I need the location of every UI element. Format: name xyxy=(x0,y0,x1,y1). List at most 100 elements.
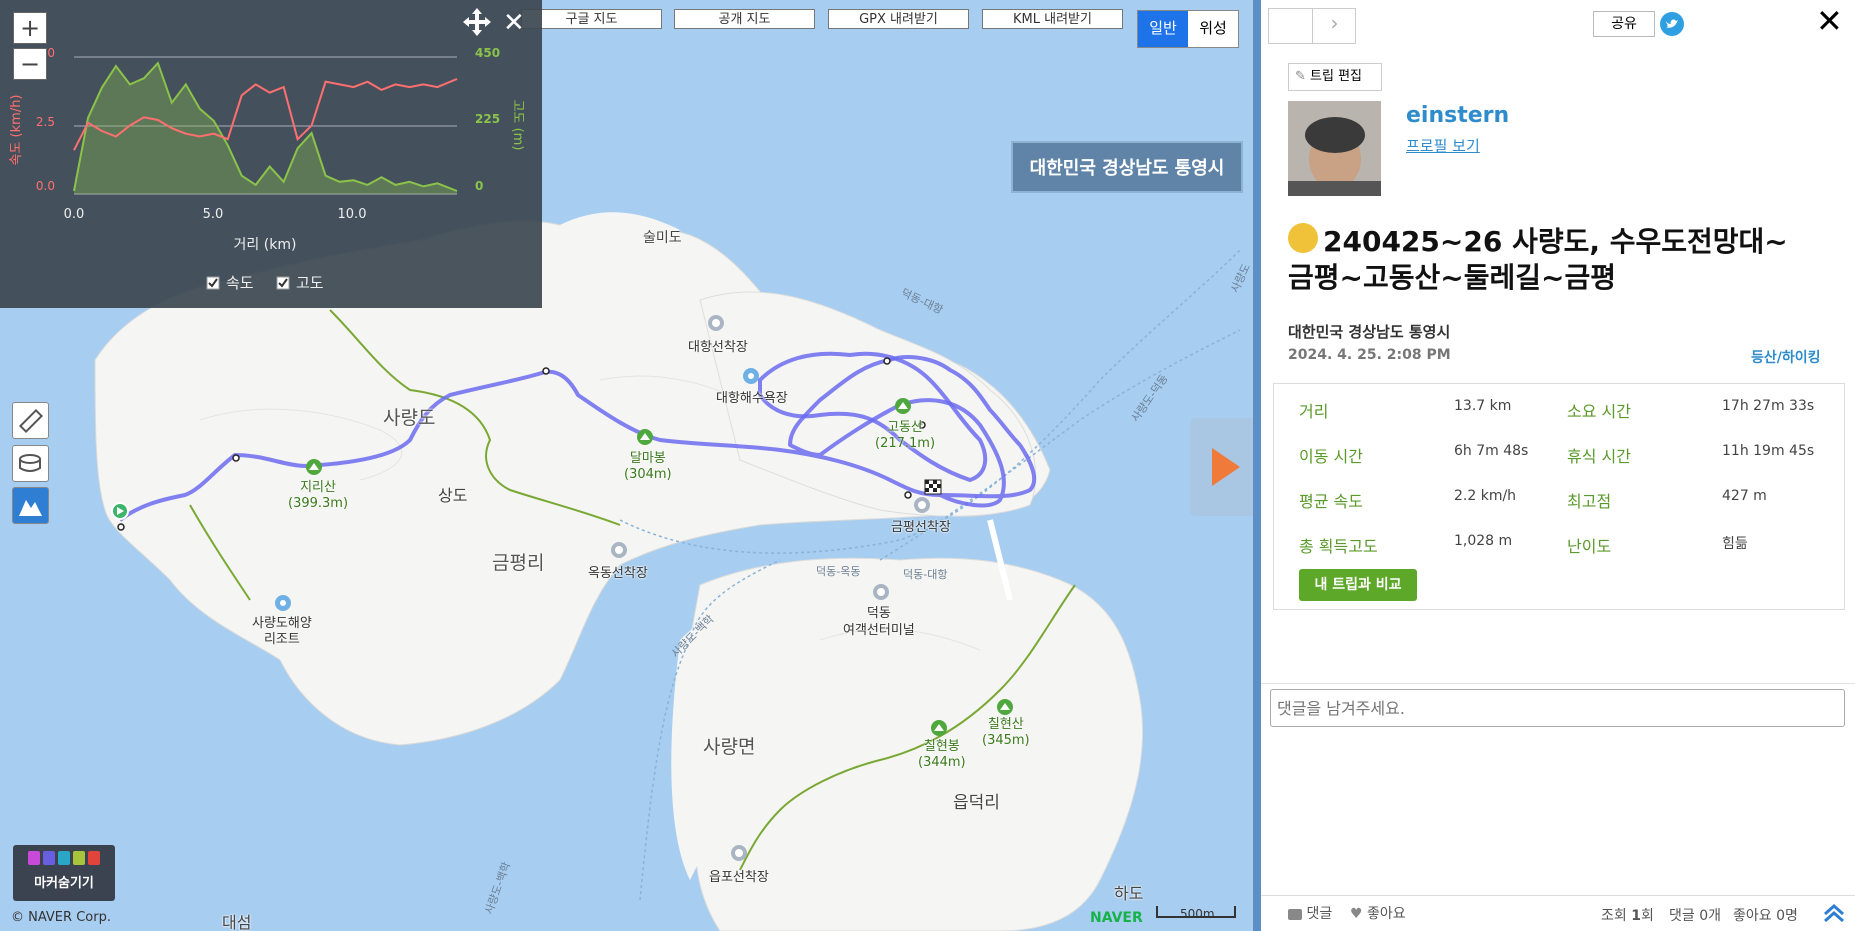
stat-label: 평균 속도 xyxy=(1299,492,1363,511)
play-arrow-icon xyxy=(1212,448,1240,486)
place-label: 상도 xyxy=(438,486,468,505)
place-label: 읍덕리 xyxy=(953,793,1000,813)
profile-link[interactable]: 프로필 보기 xyxy=(1406,135,1480,156)
waypoint xyxy=(542,367,550,375)
place-label: 술미도 xyxy=(643,230,682,246)
edit-trip-button[interactable]: ✎ 트립 편집 xyxy=(1288,63,1382,91)
google-map-button[interactable]: 구글 지도 xyxy=(521,9,662,29)
compare-trip-button[interactable]: 내 트립과 비교 xyxy=(1299,569,1417,601)
copyright: © NAVER Corp. xyxy=(11,910,111,925)
zoom-in-button[interactable]: + xyxy=(13,12,47,44)
peak-height: (399.3m) xyxy=(288,496,349,511)
gpx-download-button[interactable]: GPX 내려받기 xyxy=(828,9,969,29)
pencil-icon: ✎ xyxy=(1295,69,1306,84)
marker-hide-button[interactable]: 마커숨기기 xyxy=(13,845,115,901)
heart-icon: ♥ xyxy=(1350,906,1363,922)
avatar[interactable] xyxy=(1288,101,1381,196)
public-map-button[interactable]: 공개 지도 xyxy=(674,9,815,29)
next-chevron-icon[interactable]: › xyxy=(1313,11,1356,43)
ferry-route-label: 덕동-대항 xyxy=(903,568,948,581)
y-left-axis-label: 속도 (km/h) xyxy=(9,94,24,165)
zoom-out-button[interactable]: − xyxy=(13,48,47,80)
y-left-tick-label: 0.0 xyxy=(36,179,55,193)
username[interactable]: einstern xyxy=(1406,103,1509,128)
flag-marker-icon xyxy=(88,851,100,865)
stat-label: 휴식 시간 xyxy=(1567,447,1631,466)
marker-icons xyxy=(13,851,115,865)
footer-divider xyxy=(1261,895,1855,896)
place-label: 덕동 여객선터미널 xyxy=(843,605,915,639)
naver-logo: NAVER xyxy=(1090,910,1143,926)
stat-value: 1,028 m xyxy=(1454,533,1513,549)
peak-name: 고동산 xyxy=(887,420,923,435)
elevation-chart-toggle-button[interactable] xyxy=(12,487,49,524)
twitter-icon[interactable] xyxy=(1660,12,1684,36)
pier-icon xyxy=(731,845,747,861)
stat-value: 2.2 km/h xyxy=(1454,488,1517,504)
area-tool-button[interactable] xyxy=(12,445,49,482)
speed-checkbox-label: 속도 xyxy=(226,274,254,292)
trip-datetime: 2024. 4. 25. 2:08 PM xyxy=(1288,347,1451,363)
kml-download-button[interactable]: KML 내려받기 xyxy=(982,9,1123,29)
memo-marker-icon xyxy=(58,851,70,865)
mountain-icon xyxy=(997,699,1013,715)
move-icon[interactable] xyxy=(463,8,491,36)
waypoint xyxy=(117,523,125,531)
stat-value: 힘듦 xyxy=(1722,536,1748,552)
edit-trip-label: 트립 편집 xyxy=(1310,69,1363,84)
view-count: 조회 1회 xyxy=(1601,905,1654,925)
divider-line xyxy=(1261,683,1855,684)
trip-category[interactable]: 등산/하이킹 xyxy=(1751,347,1821,367)
peak-label: 달마봉 (304m) xyxy=(624,451,672,483)
place-label: 금평리 xyxy=(492,552,545,574)
stat-label: 소요 시간 xyxy=(1567,402,1631,421)
mountain-chart-icon xyxy=(19,500,42,516)
place-label: 대항선착장 xyxy=(688,340,748,355)
map-type-normal[interactable]: 일반 xyxy=(1138,11,1188,47)
scroll-top-icon[interactable] xyxy=(1821,900,1847,926)
stat-label: 이동 시간 xyxy=(1299,447,1363,466)
trip-title-line2: 금평~고동산~둘레길~금평 xyxy=(1288,261,1616,294)
stat-label: 최고점 xyxy=(1567,492,1612,511)
share-button[interactable]: 공유 xyxy=(1593,11,1655,37)
prev-button[interactable] xyxy=(1269,9,1312,43)
waypoint xyxy=(883,357,891,365)
close-chart-icon[interactable]: ✕ xyxy=(503,8,525,38)
expand-panel-button[interactable] xyxy=(1190,418,1253,516)
x-tick-label: 5.0 xyxy=(203,207,224,222)
x-axis-label: 거리 (km) xyxy=(234,237,297,253)
mountain-icon xyxy=(895,398,911,414)
place-label: 금평선착장 xyxy=(891,520,951,535)
close-panel-icon[interactable]: ✕ xyxy=(1816,2,1843,40)
mountain-icon xyxy=(637,429,653,445)
comment-count: 댓글 0개 xyxy=(1669,908,1721,924)
pier-icon xyxy=(914,497,930,513)
place-label: 사량면 xyxy=(703,736,756,758)
place-label: 사량도해양 리조트 xyxy=(252,616,312,648)
resort-icon xyxy=(275,595,291,611)
pier-icon xyxy=(708,315,724,331)
elevation-chart: 5.0 2.5 0.0 450 225 0 0.0 5.0 10.0 거리 (k… xyxy=(9,8,525,292)
y-right-tick-label: 0 xyxy=(475,179,483,193)
terminal-name-line1: 덕동 xyxy=(866,606,891,621)
like-button[interactable]: ♥ 좋아요 xyxy=(1350,903,1406,923)
stat-label: 난이도 xyxy=(1567,537,1612,556)
comment-label: 댓글 xyxy=(1306,906,1333,922)
map-area[interactable]: 술미도 대항선착장 대항해수욕장 사량도 상도 지리산 (399.3m) 달마봉… xyxy=(0,0,1253,931)
map-type-satellite[interactable]: 위성 xyxy=(1188,11,1238,47)
mountain-icon xyxy=(931,720,947,736)
comment-input[interactable] xyxy=(1270,689,1845,727)
prev-next-nav: › xyxy=(1268,8,1356,44)
trip-stats-table: 거리 13.7 km 소요 시간 17h 27m 33s 이동 시간 6h 7m… xyxy=(1273,383,1845,610)
peak-name: 달마봉 xyxy=(629,451,666,466)
peak-height: (345m) xyxy=(982,733,1030,748)
x-tick-label: 0.0 xyxy=(64,207,85,222)
comment-button[interactable]: 댓글 xyxy=(1288,903,1332,923)
view-count-prefix: 조회 xyxy=(1601,908,1632,924)
pier-icon xyxy=(611,542,627,558)
ruler-tool-button[interactable] xyxy=(12,402,49,439)
marker-hide-label: 마커숨기기 xyxy=(34,876,94,891)
stat-value: 17h 27m 33s xyxy=(1722,398,1815,414)
ferry-route-label: 덕동-옥동 xyxy=(816,565,861,578)
finish-flag-icon xyxy=(924,479,942,495)
